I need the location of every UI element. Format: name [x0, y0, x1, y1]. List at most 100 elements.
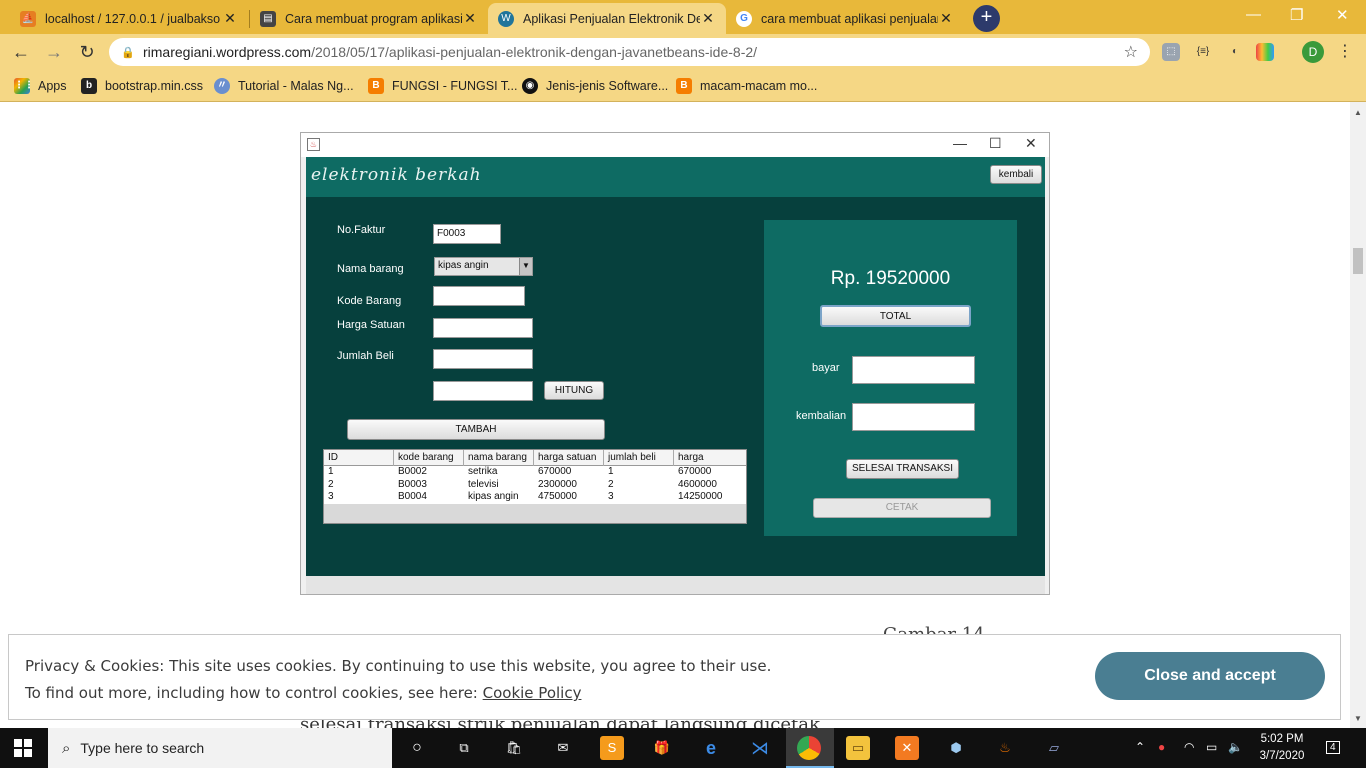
menu-icon[interactable]: ⋮	[1336, 43, 1354, 61]
column-header[interactable]: ID	[324, 450, 394, 466]
cortana-icon[interactable]: ○	[405, 736, 429, 760]
edge-icon[interactable]: e	[699, 736, 723, 760]
notepad-icon[interactable]: ▱	[1042, 736, 1066, 760]
no-faktur-field[interactable]: F0003	[433, 224, 501, 244]
scroll-down-icon[interactable]: ▼	[1354, 714, 1362, 723]
restore-window-button[interactable]: ❐	[1290, 6, 1303, 24]
windows-start-icon[interactable]	[14, 739, 32, 757]
scroll-thumb[interactable]	[1353, 248, 1363, 274]
chrome-icon[interactable]	[797, 736, 821, 760]
table-cell: kipas angin	[468, 491, 519, 502]
address-bar[interactable]: 🔒 rimaregiani.wordpress.com/2018/05/17/a…	[109, 38, 1150, 66]
harga-satuan-label: Harga Satuan	[337, 319, 405, 331]
bookmark-tutorial[interactable]: 〃 Tutorial - Malas Ng...	[214, 76, 354, 96]
back-button[interactable]: ←	[10, 41, 32, 63]
network-warning-icon[interactable]: ●	[1158, 740, 1165, 754]
bookmark-jenis-software[interactable]: ◉ Jenis-jenis Software...	[522, 76, 668, 96]
task-view-icon[interactable]: ⧉	[452, 736, 476, 760]
notification-center-icon[interactable]: 4	[1326, 741, 1340, 754]
json-extension-icon[interactable]: {≡}	[1194, 43, 1212, 61]
taskbar-search-box[interactable]: ⌕ Type here to search	[48, 728, 392, 768]
selesai-transaksi-button[interactable]: SELESAI TRANSAKSI	[846, 459, 959, 479]
table-cell: B0002	[398, 466, 427, 477]
virtualbox-icon[interactable]: ⬢	[944, 736, 968, 760]
column-header[interactable]: nama barang	[464, 450, 534, 466]
kode-barang-field[interactable]	[433, 286, 525, 306]
cookie-policy-link[interactable]: Cookie Policy	[483, 684, 582, 702]
java-icon[interactable]: ♨	[993, 736, 1017, 760]
tambah-button[interactable]: TAMBAH	[347, 419, 605, 440]
chevron-down-icon[interactable]: ▼	[519, 258, 532, 275]
taskbar-clock[interactable]: 5:02 PM 3/7/2020	[1252, 731, 1312, 765]
file-explorer-icon[interactable]: ▭	[846, 736, 870, 760]
nama-barang-select[interactable]: kipas angin ▼	[434, 257, 533, 276]
forward-button[interactable]: →	[43, 41, 65, 63]
phpmyadmin-icon: ⛵	[20, 10, 36, 27]
gift-icon[interactable]: 🎁	[650, 736, 674, 760]
new-tab-button[interactable]: +	[973, 5, 1000, 32]
column-header[interactable]: harga satuan	[534, 450, 604, 466]
bayar-field[interactable]	[852, 356, 975, 384]
harga-satuan-field[interactable]	[433, 318, 533, 338]
profile-avatar[interactable]: D	[1302, 41, 1324, 63]
mail-icon[interactable]: ✉	[551, 736, 575, 760]
bookmark-apps[interactable]: ⋮⋮ Apps	[14, 76, 67, 96]
table-cell: 14250000	[678, 491, 723, 502]
table-row[interactable]: 1 B0002 setrika 670000 1 670000	[324, 466, 746, 479]
reload-button[interactable]: ↻	[76, 41, 98, 63]
java-window-titlebar: ♨ — ☐ ✕	[301, 133, 1049, 157]
hitung-result-field[interactable]	[433, 381, 533, 401]
kembali-button[interactable]: kembali	[990, 165, 1042, 184]
bookmark-bootstrap[interactable]: b bootstrap.min.css	[81, 76, 203, 96]
jumlah-beli-field[interactable]	[433, 349, 533, 369]
cetak-button[interactable]: CETAK	[813, 498, 991, 518]
java-minimize-button[interactable]: —	[953, 135, 967, 151]
close-icon[interactable]: ✕	[222, 10, 238, 27]
java-maximize-button[interactable]: ☐	[989, 135, 1002, 152]
store-icon[interactable]: 🛍	[502, 736, 526, 760]
close-and-accept-button[interactable]: Close and accept	[1095, 652, 1325, 700]
tab-phpmyadmin[interactable]: ⛵ localhost / 127.0.0.1 / jualbakso / ✕	[10, 3, 248, 34]
close-icon[interactable]: ✕	[700, 10, 716, 27]
page-scrollbar[interactable]: ▲ ▼	[1350, 102, 1366, 728]
kembalian-field[interactable]	[852, 403, 975, 431]
transaction-table[interactable]: ID kode barang nama barang harga satuan …	[323, 449, 747, 524]
sublime-text-icon[interactable]: S	[600, 736, 624, 760]
tab-cara-membuat-aplikasi[interactable]: G cara membuat aplikasi penjualan ✕	[726, 3, 964, 34]
tab-aplikasi-penjualan[interactable]: W Aplikasi Penjualan Elektronik Den ✕	[488, 3, 726, 34]
column-header[interactable]: kode barang	[394, 450, 464, 466]
table-cell: B0004	[398, 491, 427, 502]
volume-icon[interactable]: 🔈	[1228, 740, 1243, 754]
close-window-button[interactable]: ✕	[1336, 6, 1349, 24]
table-row[interactable]: 2 B0003 televisi 2300000 2 4600000	[324, 479, 746, 492]
tab-cara-membuat-program[interactable]: ▤ Cara membuat program aplikasi ✕	[250, 3, 488, 34]
table-cell: 2	[328, 478, 334, 490]
blogger-icon: B	[368, 78, 384, 94]
cookie-text: Privacy & Cookies: This site uses cookie…	[25, 653, 771, 707]
vscode-icon[interactable]: ⋊	[748, 736, 772, 760]
scroll-up-icon[interactable]: ▲	[1354, 108, 1362, 117]
minimize-window-button[interactable]: —	[1246, 6, 1261, 23]
table-cell: 1	[328, 466, 334, 477]
xampp-icon[interactable]: ✕	[895, 736, 919, 760]
circle-extension-icon[interactable]: ◐	[1226, 43, 1244, 61]
close-icon[interactable]: ✕	[938, 10, 954, 27]
bookmark-star-icon[interactable]: ☆	[1124, 42, 1138, 62]
app-brand: elektronik berkah	[311, 165, 482, 185]
wifi-icon[interactable]: ◠	[1184, 740, 1194, 754]
column-header[interactable]: jumlah beli	[604, 450, 674, 466]
bookmark-fungsi[interactable]: B FUNGSI - FUNGSI T...	[368, 76, 517, 96]
total-button[interactable]: TOTAL	[820, 305, 971, 327]
colorpicker-extension-icon[interactable]	[1256, 43, 1274, 61]
extension-icon[interactable]: ⬚	[1162, 43, 1180, 61]
table-row[interactable]: 3 B0004 kipas angin 4750000 3 14250000	[324, 491, 746, 504]
tray-expand-icon[interactable]: ⌃	[1135, 740, 1145, 754]
battery-icon[interactable]: ▭	[1206, 740, 1217, 754]
java-app-window: ♨ — ☐ ✕ elektronik berkah kembali No.Fak…	[300, 132, 1050, 595]
hitung-button[interactable]: HITUNG	[544, 381, 604, 400]
jumlah-beli-label: Jumlah Beli	[337, 350, 394, 362]
close-icon[interactable]: ✕	[462, 10, 478, 27]
java-close-button[interactable]: ✕	[1025, 135, 1037, 152]
bookmark-macam-macam[interactable]: B macam-macam mo...	[676, 76, 817, 96]
column-header[interactable]: harga	[674, 450, 746, 466]
